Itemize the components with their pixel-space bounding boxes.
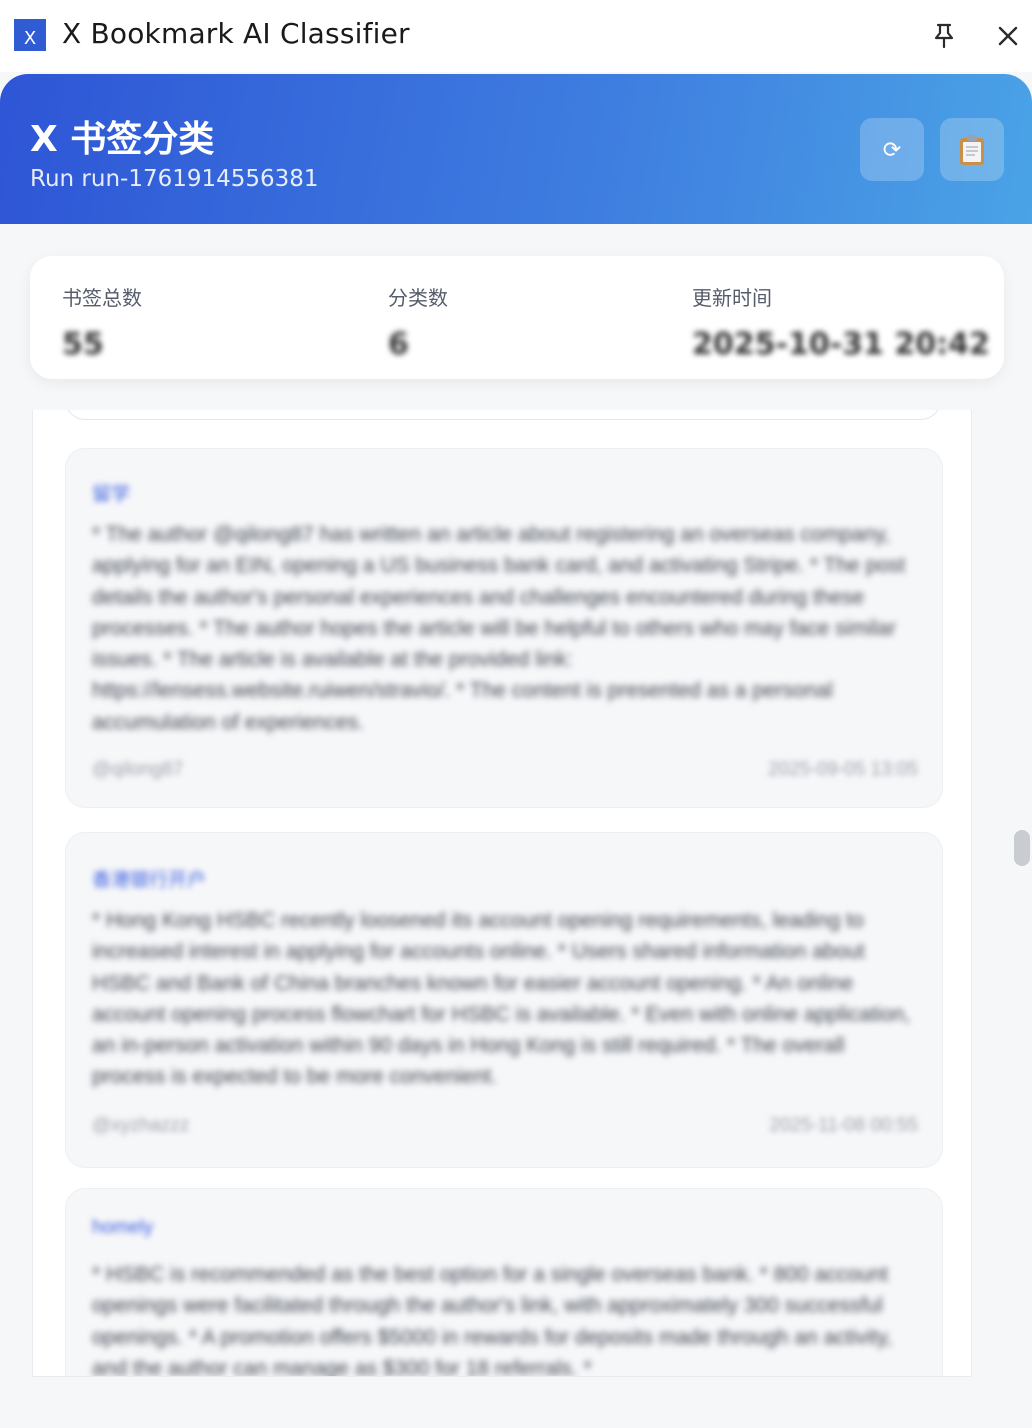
close-button[interactable] <box>988 16 1028 56</box>
bottom-area <box>0 1378 1032 1428</box>
stat-categories-value: 6 <box>388 327 409 362</box>
stat-total: 书签总数 55 <box>62 282 142 362</box>
bookmark-card[interactable]: 香港银行开户 * Hong Kong HSBC recently loosene… <box>65 832 943 1168</box>
stat-updated: 更新时间 2025-10-31 20:42 <box>692 282 990 362</box>
stat-updated-value: 2025-10-31 20:42 <box>692 327 990 362</box>
card-author[interactable]: @qilong87 <box>92 759 183 781</box>
stat-categories-label: 分类数 <box>388 286 448 310</box>
card-footer: @qilong87 2025-09-05 13:05 <box>92 759 918 781</box>
bookmark-card[interactable]: homely * HSBC is recommended as the best… <box>65 1188 943 1377</box>
stat-categories: 分类数 6 <box>388 282 448 362</box>
card-category[interactable]: 香港银行开户 <box>92 865 206 892</box>
card-date: 2025-09-05 13:05 <box>767 759 918 780</box>
bookmark-list[interactable]: 留学 * The author @qilong87 has written an… <box>32 410 972 1377</box>
card-footer: @xyzhazzz 2025-11-08 00:55 <box>92 1115 918 1137</box>
bookmark-card[interactable]: 留学 * The author @qilong87 has written an… <box>65 448 943 808</box>
card-summary: * Hong Kong HSBC recently loosened its a… <box>92 909 911 1089</box>
card-author[interactable]: @xyzhazzz <box>92 1115 189 1137</box>
refresh-button[interactable]: ⟳ <box>860 118 924 181</box>
stat-total-label: 书签总数 <box>62 286 142 310</box>
app-header: X 书签分类 Run run-1761914556381 ⟳ <box>0 74 1032 224</box>
clipboard-icon <box>960 134 984 165</box>
refresh-icon: ⟳ <box>882 136 902 162</box>
card-category[interactable]: 留学 <box>92 479 130 506</box>
previous-card-edge <box>65 410 941 420</box>
copy-button[interactable] <box>940 118 1004 181</box>
window-titlebar: X X Bookmark AI Classifier <box>0 0 1032 72</box>
pin-icon <box>934 23 954 49</box>
card-category[interactable]: homely <box>92 1217 153 1239</box>
header-title: X 书签分类 <box>30 119 215 160</box>
app-icon: X <box>14 19 46 51</box>
scrollbar-thumb[interactable] <box>1014 830 1030 866</box>
card-summary: * HSBC is recommended as the best option… <box>92 1263 893 1377</box>
app-icon-label: X <box>23 28 37 49</box>
pin-button[interactable] <box>924 16 964 56</box>
stats-card: 书签总数 55 分类数 6 更新时间 2025-10-31 20:42 <box>30 256 1004 379</box>
close-icon <box>998 26 1018 46</box>
stat-total-value: 55 <box>62 327 104 362</box>
run-id-label: Run run-1761914556381 <box>30 166 319 192</box>
window-title: X Bookmark AI Classifier <box>62 17 410 50</box>
stat-updated-label: 更新时间 <box>692 286 772 310</box>
card-date: 2025-11-08 00:55 <box>769 1115 918 1136</box>
card-summary: * The author @qilong87 has written an ar… <box>92 523 906 734</box>
